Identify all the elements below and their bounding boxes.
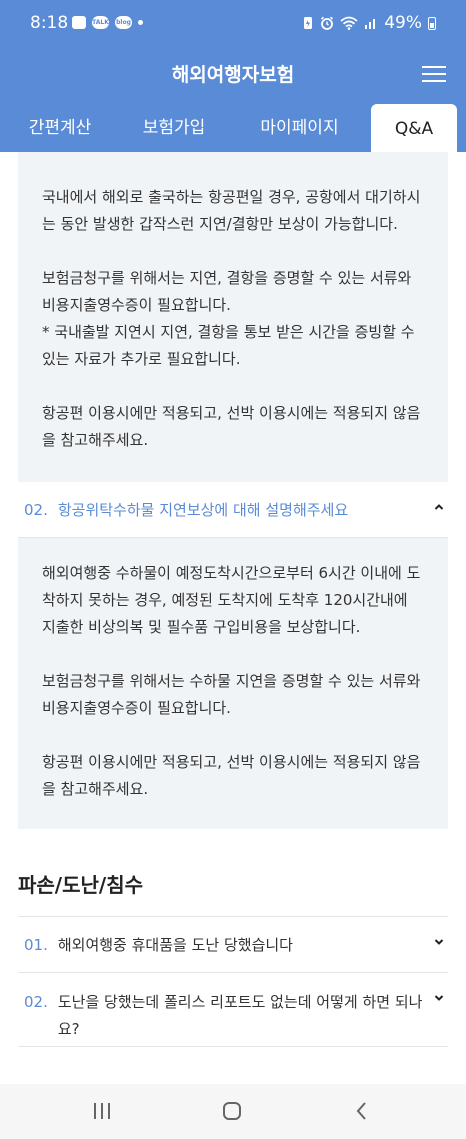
faq-answer: 해외여행중 수하물이 예정도착시간으로부터 6시간 이내에 도착하지 못하는 경…	[18, 538, 448, 829]
app-header: 해외여행자보험	[0, 50, 466, 102]
page-title: 해외여행자보험	[171, 64, 295, 86]
faq-question[interactable]: 02. 도난을 당했는데 폴리스 리포트도 없는데 어떻게 하면 되나요?	[18, 973, 448, 1047]
image-icon	[72, 16, 86, 29]
section-title: 파손/도난/침수	[18, 829, 448, 917]
tab-mypage[interactable]: 마이페이지	[228, 102, 371, 152]
question-number: 01.	[24, 935, 48, 954]
signal-icon	[365, 19, 376, 29]
status-time: 8:18	[30, 13, 69, 33]
blog-icon: blog	[115, 16, 132, 29]
answer-paragraph: 항공편 이용시에만 적용되고, 선박 이용시에는 적용되지 않음을 참고해주세요…	[42, 404, 421, 449]
alarm-icon	[321, 16, 334, 30]
system-icons: 49%	[302, 13, 436, 33]
tab-bar: 간편계산 보험가입 마이페이지 Q&A	[0, 102, 466, 154]
battery-saver-icon	[304, 17, 313, 29]
question-number: 02.	[24, 500, 48, 519]
answer-paragraph: 항공편 이용시에만 적용되고, 선박 이용시에는 적용되지 않음을 참고해주세요…	[42, 753, 421, 798]
question-text: 항공위탁수하물 지연보상에 대해 설명해주세요	[57, 501, 349, 519]
faq-content[interactable]: 국내에서 해외로 출국하는 항공편일 경우, 공항에서 대기하시는 동안 발생한…	[18, 152, 448, 1084]
hamburger-icon[interactable]	[422, 64, 446, 84]
home-icon[interactable]	[222, 1102, 242, 1120]
tab-insurance-join[interactable]: 보험가입	[120, 102, 228, 152]
talk-icon: TALK	[92, 16, 109, 29]
chevron-down-icon	[434, 939, 444, 945]
dot-icon	[138, 20, 143, 25]
faq-question[interactable]: 01. 해외여행중 휴대품을 도난 당했습니다	[18, 917, 448, 973]
faq-answer: 국내에서 해외로 출국하는 항공편일 경우, 공항에서 대기하시는 동안 발생한…	[18, 152, 448, 482]
battery-icon	[428, 16, 436, 30]
question-number: 02.	[24, 993, 48, 1011]
chevron-up-icon	[434, 504, 444, 510]
back-icon[interactable]	[354, 1102, 370, 1120]
recent-apps-icon[interactable]	[92, 1102, 112, 1120]
notification-icons: TALK blog	[72, 16, 143, 29]
status-bar: 8:18 TALK blog 49%	[0, 0, 466, 50]
answer-paragraph: 국내에서 해외로 출국하는 항공편일 경우, 공항에서 대기하시는 동안 발생한…	[42, 188, 421, 233]
faq-question[interactable]: 02. 항공위탁수하물 지연보상에 대해 설명해주세요	[18, 482, 448, 538]
answer-paragraph: 해외여행중 수하물이 예정도착시간으로부터 6시간 이내에 도착하지 못하는 경…	[42, 564, 421, 636]
wifi-icon	[340, 16, 358, 30]
answer-paragraph: 보험금청구를 위해서는 지연, 결항을 증명할 수 있는 서류와 비용지출영수증…	[42, 269, 415, 368]
chevron-down-icon	[434, 995, 444, 1001]
navigation-bar	[0, 1084, 466, 1139]
question-text: 해외여행중 휴대품을 도난 당했습니다	[57, 936, 293, 954]
tab-qna[interactable]: Q&A	[371, 104, 457, 154]
answer-paragraph: 보험금청구를 위해서는 수하물 지연을 증명할 수 있는 서류와 비용지출영수증…	[42, 672, 421, 717]
tab-quick-calc[interactable]: 간편계산	[0, 102, 120, 152]
battery-percent: 49%	[384, 13, 422, 33]
question-text: 도난을 당했는데 폴리스 리포트도 없는데 어떻게 하면 되나요?	[57, 993, 423, 1038]
